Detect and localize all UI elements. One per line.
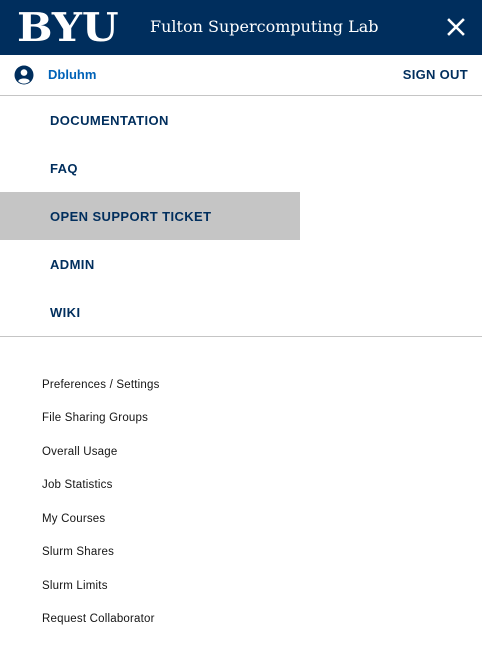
sub-nav-job-statistics[interactable]: Job Statistics — [42, 469, 160, 503]
nav-item-admin[interactable]: ADMIN — [0, 240, 300, 288]
site-title[interactable]: Fulton Supercomputing Lab — [150, 16, 379, 38]
byu-logo[interactable]: BYU — [17, 7, 119, 49]
nav-item-wiki[interactable]: WIKI — [0, 288, 300, 336]
sub-nav-overall-usage[interactable]: Overall Usage — [42, 435, 160, 469]
sub-nav-slurm-shares[interactable]: Slurm Shares — [42, 536, 160, 570]
close-icon[interactable] — [444, 15, 468, 39]
user-circle-icon[interactable] — [14, 65, 34, 85]
sub-nav-file-sharing-groups[interactable]: File Sharing Groups — [42, 402, 160, 436]
sub-nav-my-courses[interactable]: My Courses — [42, 502, 160, 536]
sign-out-link[interactable]: SIGN OUT — [403, 67, 468, 83]
sub-nav-slurm-limits[interactable]: Slurm Limits — [42, 569, 160, 603]
nav-item-open-support-ticket[interactable]: OPEN SUPPORT TICKET — [0, 192, 300, 240]
nav-item-faq[interactable]: FAQ — [0, 144, 300, 192]
nav-item-documentation[interactable]: DOCUMENTATION — [0, 96, 300, 144]
user-bar: Dbluhm SIGN OUT — [0, 55, 482, 96]
sub-nav: Preferences / Settings File Sharing Grou… — [42, 368, 160, 636]
nav-divider — [0, 336, 482, 337]
main-nav: DOCUMENTATION FAQ OPEN SUPPORT TICKET AD… — [0, 96, 482, 336]
sub-nav-request-collaborator[interactable]: Request Collaborator — [42, 603, 160, 637]
sub-nav-preferences-settings[interactable]: Preferences / Settings — [42, 368, 160, 402]
username-link[interactable]: Dbluhm — [48, 67, 96, 83]
header-bar: BYU Fulton Supercomputing Lab — [0, 0, 482, 55]
